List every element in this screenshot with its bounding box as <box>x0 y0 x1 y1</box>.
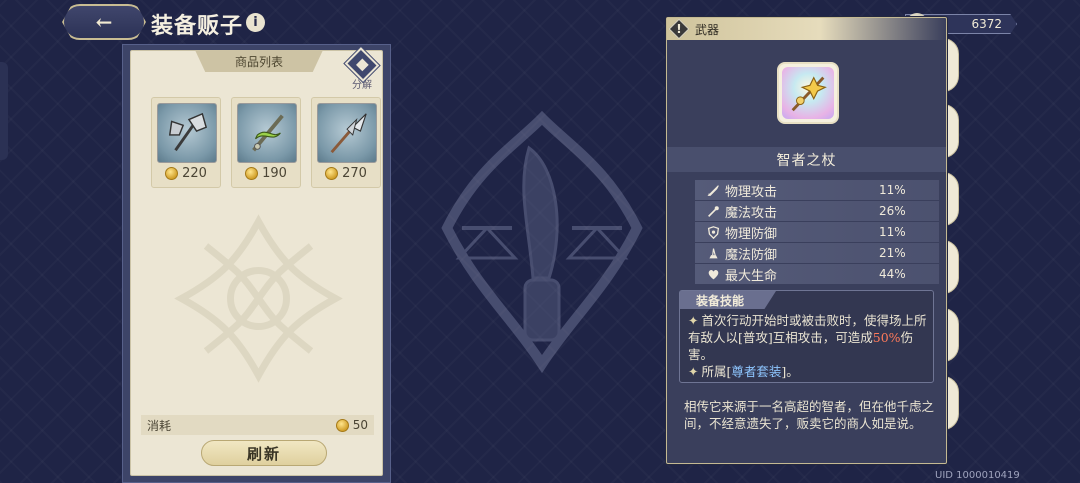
skill-title: 装备技能 <box>680 291 776 309</box>
stat-label: 魔法攻击 <box>725 205 778 221</box>
skill-damage-highlight: 50% <box>872 330 901 345</box>
stat-row: 物理防御 11% <box>695 222 939 242</box>
stat-value: 21% <box>879 246 906 260</box>
decompose-button[interactable]: 分解 <box>344 47 380 91</box>
goods-price: 270 <box>312 166 380 181</box>
stat-label: 魔法防御 <box>725 247 778 263</box>
info-icon[interactable]: i <box>246 13 265 32</box>
cost-value: 50 <box>335 418 368 432</box>
goods-card-axe[interactable]: 220 <box>151 97 221 188</box>
uid-text: UID 1000010419 <box>935 470 1020 481</box>
cost-label: 消耗 <box>147 418 172 433</box>
shop-emblem-icon <box>441 110 643 374</box>
back-arrow-icon: ← <box>95 10 113 34</box>
item-category: 武器 <box>695 23 720 37</box>
star-icon: ✦ <box>688 313 699 328</box>
flavor-text: 相传它来源于一名高超的智者，但在他千虑之间，不经意遗失了，贩卖它的商人如是说。 <box>684 399 935 431</box>
item-detail-panel: ! 武器 智者之杖 物理攻击 11% 魔法攻击 26% 物理防御 11% 魔法防… <box>666 17 947 464</box>
axe-icon <box>168 112 208 152</box>
refresh-button[interactable]: 刷新 <box>201 440 327 466</box>
currency-amount: 6372 <box>971 17 1002 31</box>
goods-list-tab: 商品列表 <box>195 50 323 72</box>
back-button[interactable]: ← <box>62 4 146 40</box>
shop-panel: 商品列表 分解 220 190 270 消耗 50 刷新 <box>122 44 391 483</box>
goods-card-serpent-sword[interactable]: 190 <box>231 97 301 188</box>
stat-row: 最大生命 44% <box>695 264 939 284</box>
cost-row: 消耗 50 <box>141 415 374 435</box>
goods-price: 190 <box>232 166 300 181</box>
stat-value: 11% <box>879 225 906 239</box>
item-name: 智者之杖 <box>776 152 837 169</box>
stat-value: 44% <box>879 267 906 281</box>
shop-inner: 商品列表 分解 220 190 270 消耗 50 刷新 <box>130 47 383 476</box>
wand-icon <box>707 205 719 217</box>
stat-label: 物理防御 <box>725 226 778 242</box>
stat-value: 26% <box>879 204 906 218</box>
stat-row: 魔法防御 21% <box>695 243 939 263</box>
heart-icon <box>708 269 718 279</box>
sage-staff-icon <box>791 76 827 112</box>
skill-text: ✦ 首次行动开始时或被击败时，使得场上所有敌人以[普攻]互相攻击，可造成50%伤害… <box>688 312 930 380</box>
left-edge-tab <box>0 62 8 160</box>
coin-icon <box>335 418 349 432</box>
shield-icon <box>707 225 719 239</box>
equipment-skill-box: 装备技能 ✦ 首次行动开始时或被击败时，使得场上所有敌人以[普攻]互相攻击，可造成… <box>679 290 934 383</box>
stat-label: 物理攻击 <box>725 184 778 200</box>
star-icon: ✦ <box>688 364 699 379</box>
skill-line: ✦ 首次行动开始时或被击败时，使得场上所有敌人以[普攻]互相攻击，可造成50%伤害… <box>688 313 927 362</box>
goods-price: 220 <box>152 166 220 181</box>
warning-mark: ! <box>676 22 682 36</box>
item-icon-frame <box>777 62 839 124</box>
shop-watermark-icon <box>174 214 343 383</box>
page-title: 装备贩子 <box>151 13 244 39</box>
decompose-icon <box>344 47 380 82</box>
coin-icon <box>165 167 179 180</box>
stat-label: 最大生命 <box>725 268 778 284</box>
skill-line: ✦ 所属[尊者套装]。 <box>688 364 799 379</box>
coin-icon <box>245 167 259 180</box>
serpent-sword-icon <box>252 114 284 152</box>
set-name-link[interactable]: 尊者套装 <box>731 364 781 379</box>
stat-row: 物理攻击 11% <box>695 180 939 200</box>
coin-icon <box>325 167 339 180</box>
stats-list: 物理攻击 11% 魔法攻击 26% 物理防御 11% 魔法防御 21% 最大生命… <box>695 180 939 285</box>
sword-icon <box>706 184 719 196</box>
item-name-bar: 智者之杖 <box>667 147 946 172</box>
magic-shield-icon <box>708 247 718 258</box>
stat-row: 魔法攻击 26% <box>695 201 939 221</box>
stat-value: 11% <box>879 183 906 197</box>
spear-icon <box>330 113 367 154</box>
goods-card-spear[interactable]: 270 <box>311 97 381 188</box>
